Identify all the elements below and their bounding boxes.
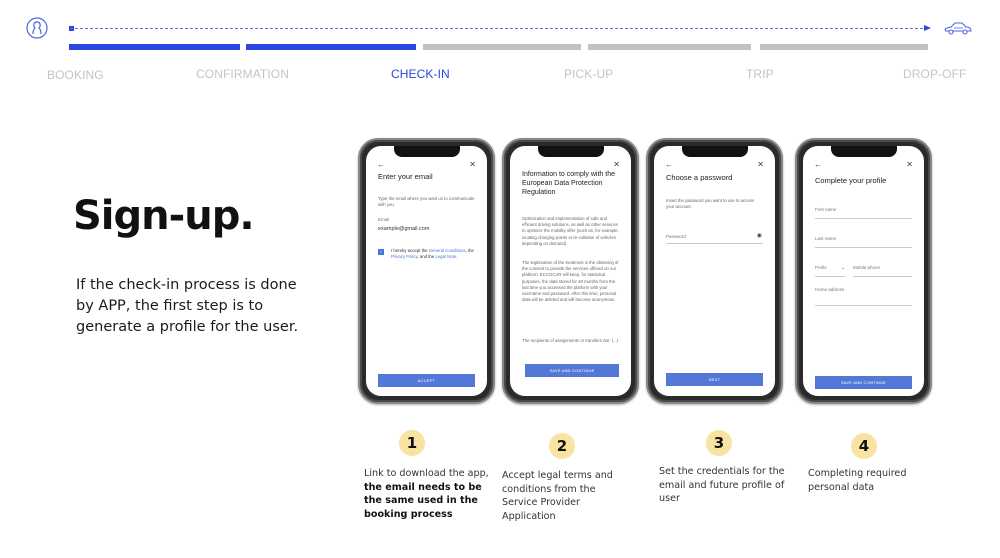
eye-icon[interactable]: ◉: [757, 232, 762, 239]
screen-title: Choose a password: [666, 173, 733, 182]
save-and-continue-button[interactable]: SAVE AND CONTINUE: [815, 376, 912, 389]
mobile-underline: [853, 276, 912, 277]
prefix-underline: [815, 276, 845, 277]
user-icon: [26, 17, 48, 39]
screen-gdpr: ✕ Information to comply with the Europea…: [510, 146, 631, 396]
progress-segment-1: [69, 44, 240, 50]
stage-trip[interactable]: TRIP: [746, 67, 774, 81]
progress-segment-5: [760, 44, 928, 50]
close-icon[interactable]: ✕: [906, 160, 913, 169]
screen-title: Complete your profile: [815, 176, 887, 185]
email-label: Email: [378, 217, 390, 222]
screen-email: ← ✕ Enter your email Type the email wher…: [366, 146, 487, 396]
progress-segment-2: [246, 44, 416, 50]
prefix-select[interactable]: Prefix: [815, 265, 827, 270]
screen-intro: Insert the password you want to use to a…: [666, 198, 755, 210]
progress-dotted-line: [70, 28, 928, 29]
phone-notch: [830, 146, 897, 157]
phone-notch: [537, 146, 604, 157]
consent-sep: , and the: [417, 254, 436, 260]
last-name-field[interactable]: Last name: [815, 236, 836, 241]
step-1-text: Link to download the app,: [364, 468, 489, 479]
step-text-3: Set the credentials for the email and fu…: [659, 466, 785, 504]
legal-note-link[interactable]: Legal Note: [435, 254, 456, 259]
gdpr-paragraph-3: The recipients of assignments or transfe…: [522, 338, 619, 343]
consent-end: .: [456, 254, 458, 260]
step-1-bold-text: the email needs to be the same used in t…: [364, 481, 482, 520]
phone-profile: ← ✕ Complete your profile First name Las…: [795, 138, 932, 404]
step-badge-3: 3: [706, 430, 732, 456]
consent-prefix: I hereby accept the: [391, 248, 429, 253]
step-text-1: Link to download the app, the email need…: [364, 467, 494, 521]
address-underline: [815, 305, 912, 306]
screen-profile: ← ✕ Complete your profile First name Las…: [803, 146, 924, 396]
consent-checkbox[interactable]: ✓: [378, 249, 384, 255]
step-text-2: Accept legal terms and conditions from t…: [502, 470, 613, 522]
screen-title: Information to comply with the European …: [522, 171, 615, 196]
accept-button[interactable]: ACCEPT: [378, 374, 475, 387]
stage-check-in[interactable]: CHECK-IN: [391, 67, 450, 81]
phone-email: ← ✕ Enter your email Type the email wher…: [358, 138, 495, 404]
save-and-continue-button[interactable]: SAVE AND CONTINUE: [525, 364, 619, 377]
screen-intro: Type the email where you want us to comm…: [378, 196, 475, 208]
stage-confirmation[interactable]: CONFIRMATION: [196, 67, 289, 81]
mobile-phone-field[interactable]: Mobile phone: [853, 265, 880, 270]
screen-password: ← ✕ Choose a password Insert the passwor…: [654, 146, 775, 396]
close-icon[interactable]: ✕: [469, 160, 476, 169]
first-name-field[interactable]: First name: [815, 207, 836, 212]
stage-booking[interactable]: BOOKING: [47, 68, 104, 82]
password-underline: [666, 243, 763, 244]
progress-segment-3: [423, 44, 581, 50]
phone-notch: [681, 146, 748, 157]
gdpr-paragraph-2: The legitimation of the treatment is the…: [522, 260, 619, 303]
close-icon[interactable]: ✕: [757, 160, 764, 169]
next-button[interactable]: NEXT: [666, 373, 763, 386]
privacy-policy-link[interactable]: Privacy Policy: [391, 254, 417, 259]
page-description: If the check-in process is done by APP, …: [76, 277, 299, 335]
phone-notch: [393, 146, 460, 157]
step-badge-2: 2: [549, 433, 575, 459]
back-arrow-icon[interactable]: ←: [377, 160, 385, 169]
back-arrow-icon[interactable]: ←: [665, 160, 673, 169]
chevron-down-icon[interactable]: ⌄: [841, 265, 845, 271]
page-title: Sign-up.: [73, 193, 255, 239]
first-name-underline: [815, 218, 912, 219]
gdpr-paragraph-1: Optimization and implementation of safe …: [522, 216, 619, 246]
arrow-head-icon: [924, 25, 931, 31]
step-badge-4: 4: [851, 433, 877, 459]
phone-password: ← ✕ Choose a password Insert the passwor…: [646, 138, 783, 404]
stage-drop-off[interactable]: DROP-OFF: [903, 67, 966, 81]
step-badge-1: 1: [399, 430, 425, 456]
last-name-underline: [815, 247, 912, 248]
screen-title: Enter your email: [378, 172, 433, 181]
progress-segment-4: [588, 44, 751, 50]
email-field[interactable]: example@gmail.com: [378, 226, 429, 232]
home-address-field[interactable]: Home address: [815, 287, 844, 292]
step-text-4: Completing required personal data: [808, 468, 907, 493]
stage-pick-up[interactable]: PICK-UP: [564, 67, 613, 81]
password-field[interactable]: Password: [666, 234, 686, 239]
consent-text: I hereby accept the General Conditions, …: [391, 248, 475, 260]
consent-sep: , the: [465, 248, 474, 253]
phone-gdpr: ✕ Information to comply with the Europea…: [502, 138, 639, 404]
back-arrow-icon[interactable]: ←: [814, 160, 822, 169]
general-conditions-link[interactable]: General Conditions: [429, 248, 466, 253]
close-icon[interactable]: ✕: [613, 160, 620, 169]
car-icon: [944, 22, 972, 35]
